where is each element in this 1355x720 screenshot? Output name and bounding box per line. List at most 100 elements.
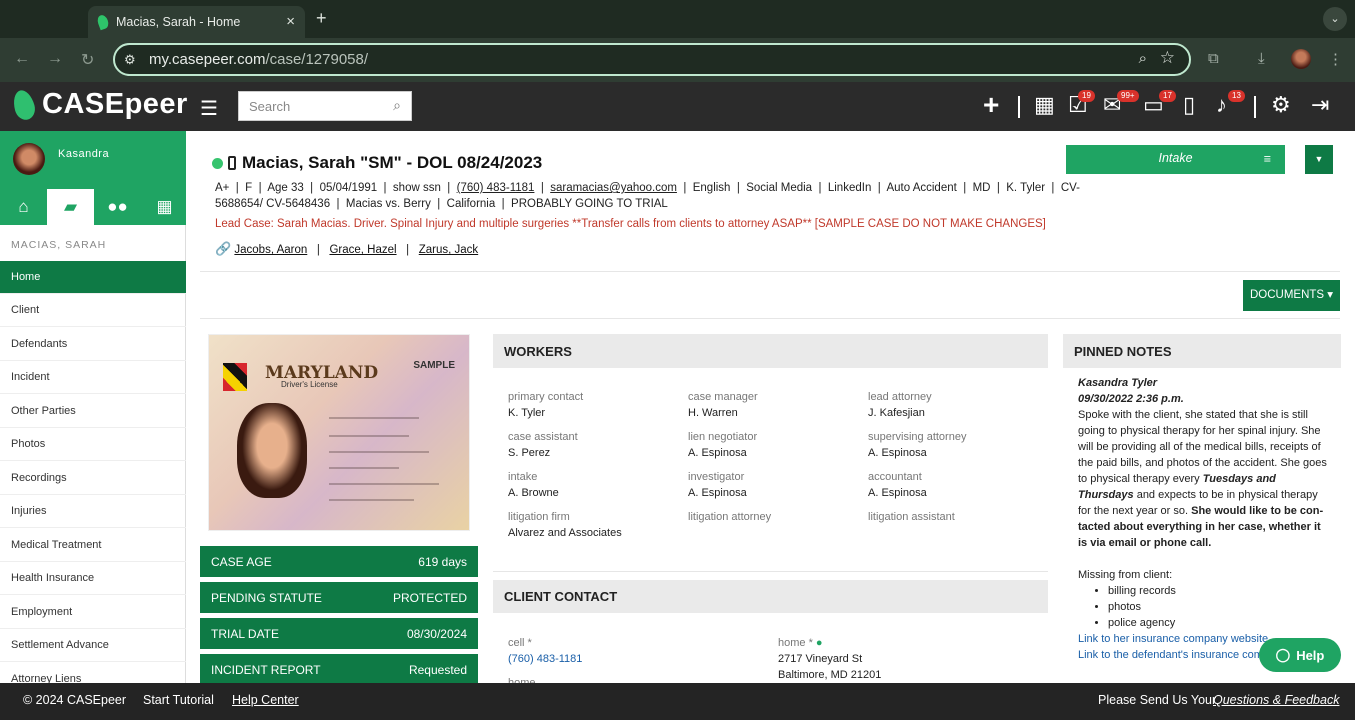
related-case-link[interactable]: Jacobs, Aaron [234,244,307,256]
chat-bubble-icon: ◯ [1275,647,1291,662]
contacts-tab-icon[interactable]: ●● [94,189,141,225]
sidebar-item-settlement-advance[interactable]: Settlement Advance [0,629,186,662]
language: English [692,182,731,194]
drivers-license-image[interactable]: MARYLAND SAMPLE Driver's License [208,334,470,531]
sidebar-item-home[interactable]: Home [0,261,186,294]
browser-tab-strip: Macias, Sarah - Home × + ⌄ [0,0,1355,38]
documents-button[interactable]: DOCUMENTS ▾ [1243,280,1340,311]
footer: © 2024 CASEpeer Start Tutorial Help Cent… [0,683,1355,720]
add-icon[interactable]: + [983,91,999,119]
email-link[interactable]: saramacias@yahoo.com [550,182,677,194]
address-line-1: 2717 Vineyard St [778,653,863,665]
tab-title: Macias, Sarah - Home [116,15,241,29]
phone-link[interactable]: (760) 483-1181 [457,182,535,194]
missing-list: billing records photos police agency [1108,583,1328,631]
reload-icon[interactable]: ↻ [81,50,94,70]
worker-litigation-attorney: litigation attorney [688,509,771,525]
browser-menu-icon[interactable]: ⋮ [1328,50,1343,68]
stat-case-age: CASE AGE 619 days [200,546,478,577]
forward-icon[interactable]: → [47,50,63,68]
worker-label: litigation assistant [868,511,955,523]
bookmark-star-icon[interactable]: ☆ [1160,48,1175,68]
search-input[interactable]: Search ⌕ [238,91,412,121]
casepeer-favicon-icon [95,13,111,31]
note-author: Kasandra Tyler [1078,377,1158,389]
close-tab-icon[interactable]: × [286,13,295,30]
sidebar-item-client[interactable]: Client [0,294,186,327]
status-dropdown-caret-icon[interactable]: ▼ [1305,145,1333,174]
sidebar-item-photos[interactable]: Photos [0,428,186,461]
user-avatar[interactable] [13,143,45,175]
license-sample-mark: SAMPLE [413,360,455,371]
hamburger-menu-icon[interactable]: ☰ [200,96,218,121]
notifications-badge: 13 [1228,90,1245,102]
workers-heading: WORKERS [493,334,1048,368]
casepeer-logo[interactable]: CASEpeer [10,87,188,122]
related-case-link[interactable]: Grace, Hazel [329,244,396,256]
sidebar-item-injuries[interactable]: Injuries [0,495,186,528]
inbox-icon[interactable]: ▭ 17 [1143,90,1176,118]
referral-source: Social Media [746,182,813,194]
worker-value: H. Warren [688,407,738,419]
inbox-badge: 17 [1159,90,1176,102]
worker-label: accountant [868,471,922,483]
feedback-link[interactable]: Questions & Feedback [1213,693,1339,707]
sidebar-item-incident[interactable]: Incident [0,361,186,394]
list-item: photos [1108,599,1328,615]
calendar-tab-icon[interactable]: ▦ [141,189,188,225]
case-status-select[interactable]: Intake ≡ [1066,145,1285,174]
sidebar-item-health-insurance[interactable]: Health Insurance [0,562,186,595]
settings-gear-icon[interactable]: ⚙ [1271,92,1291,118]
stat-value: 619 days [418,554,467,569]
extensions-icon[interactable]: ⧉ [1208,50,1219,67]
divider [200,271,1340,272]
mail-badge: 99+ [1117,90,1139,102]
license-text-line [329,499,414,501]
profile-avatar[interactable] [1291,49,1311,69]
sidebar-item-defendants[interactable]: Defendants [0,328,186,361]
stat-trial-date: TRIAL DATE 08/30/2024 [200,618,478,649]
tasks-check-icon[interactable]: ☑ 19 [1068,90,1095,118]
sidebar-item-medical-treatment[interactable]: Medical Treatment [0,529,186,562]
case-numbers: 5688654/ CV-5648436 [215,198,331,210]
worker-value: A. Espinosa [868,447,927,459]
worker-value: S. Perez [508,447,551,459]
search-icon[interactable]: ⌕ [393,97,401,114]
link-icon: 🔗 [215,241,232,256]
cell-phone-link[interactable]: (760) 483-1181 [508,651,582,667]
sidebar-item-recordings[interactable]: Recordings [0,462,186,495]
folder-tab-icon[interactable]: ▰ [47,189,94,225]
worker-intake: intake A. Browne [508,469,559,501]
user-name: Kasandra [58,148,110,160]
back-icon[interactable]: ← [14,50,30,68]
start-tutorial-link[interactable]: Start Tutorial [143,693,214,707]
home-tab-icon[interactable]: ⌂ [0,189,47,225]
new-tab-icon[interactable]: + [316,8,327,29]
phone-icon[interactable]: ▯ [1183,92,1195,118]
main-content: Macias, Sarah "SM" - DOL 08/24/2023 A+ |… [187,131,1355,689]
worker-value: K. Tyler [508,407,546,419]
bell-icon[interactable]: ♪ 13 [1216,90,1245,118]
address-bar[interactable]: ⚙ my.casepeer.com/case/1279058/ ⌕ ☆ [113,43,1191,76]
help-center-link[interactable]: Help Center [232,693,299,707]
tab-search-chevron-icon[interactable]: ⌄ [1323,7,1347,31]
sidebar-item-other-parties[interactable]: Other Parties [0,395,186,428]
download-icon[interactable]: ⤓ [1258,50,1265,67]
zoom-icon[interactable]: ⌕ [1139,50,1147,67]
related-case-link[interactable]: Zarus, Jack [419,244,478,256]
list-icon: ≡ [1263,152,1271,166]
referral-detail: LinkedIn [827,182,872,194]
tasks-badge: 19 [1078,90,1095,102]
help-button[interactable]: ◯ Help [1259,638,1341,672]
map-pin-icon[interactable]: ● [816,637,823,649]
blood-type: A+ [215,182,230,194]
calendar-icon[interactable]: ▦ [1034,92,1055,118]
site-settings-icon[interactable]: ⚙ [124,52,136,68]
search-placeholder: Search [249,98,291,114]
mail-icon[interactable]: ✉ 99+ [1103,90,1139,118]
sidebar-item-employment[interactable]: Employment [0,596,186,629]
show-ssn-link[interactable]: show ssn [393,182,441,194]
worker-investigator: investigator A. Espinosa [688,469,747,501]
browser-tab[interactable]: Macias, Sarah - Home × [88,6,305,38]
logout-icon[interactable]: ⇥ [1311,92,1329,118]
